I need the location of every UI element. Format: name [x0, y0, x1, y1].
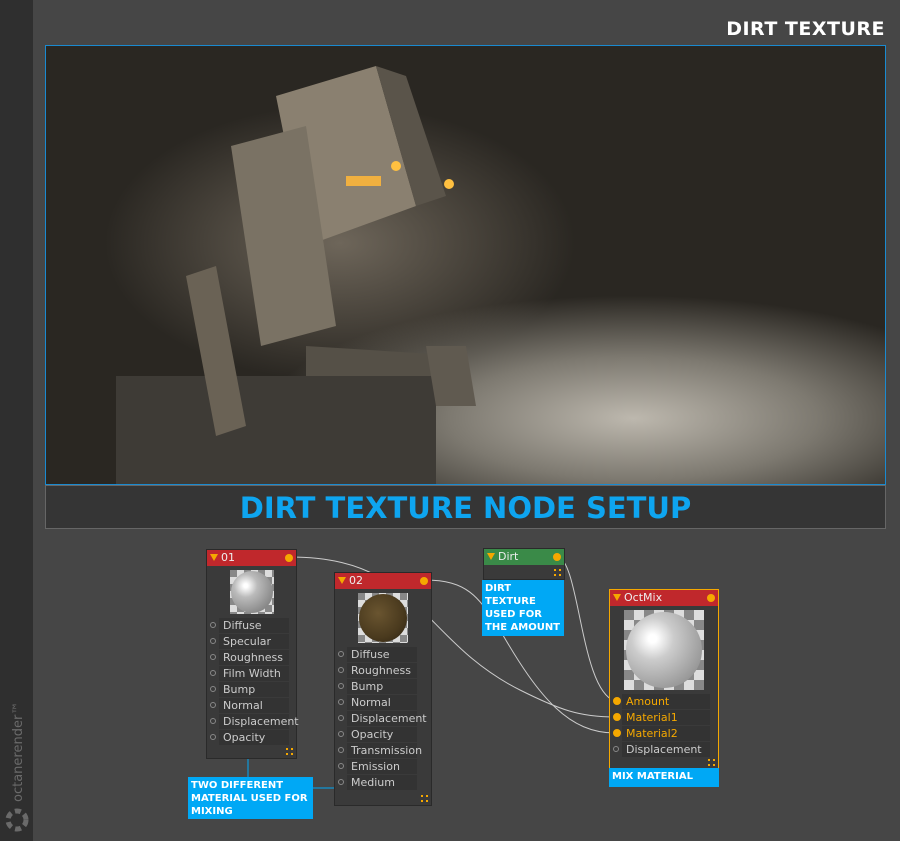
- collapse-icon[interactable]: [613, 594, 621, 601]
- pin-socket-icon[interactable]: [613, 713, 621, 721]
- pin-label: Specular: [219, 634, 289, 649]
- pin-label: Emission: [347, 759, 417, 774]
- node-wires: [247, 555, 616, 789]
- input-pin[interactable]: Displacement: [335, 711, 431, 727]
- pin-socket-icon[interactable]: [613, 697, 621, 705]
- input-pin[interactable]: Diffuse: [335, 647, 431, 663]
- output-pin[interactable]: [553, 553, 561, 561]
- input-pin[interactable]: Transmission: [335, 743, 431, 759]
- input-pin[interactable]: Emission: [335, 759, 431, 775]
- pin-socket-icon[interactable]: [338, 731, 344, 737]
- input-pin[interactable]: Roughness: [335, 663, 431, 679]
- pin-label: Opacity: [219, 730, 289, 745]
- input-pin[interactable]: Medium: [335, 775, 431, 791]
- pin-label: Diffuse: [219, 618, 289, 633]
- pin-label: Material1: [622, 710, 710, 725]
- pin-label: Amount: [622, 694, 710, 709]
- input-pin[interactable]: Roughness: [207, 650, 296, 666]
- material-preview: [229, 570, 274, 614]
- pin-label: Normal: [219, 698, 289, 713]
- node-name: 01: [221, 551, 235, 564]
- pin-socket-icon[interactable]: [338, 763, 344, 769]
- resize-icon[interactable]: [554, 569, 561, 576]
- note-materials: TWO DIFFERENT MATERIAL USED FOR MIXING: [188, 777, 313, 819]
- dirt-texture-node[interactable]: Dirt: [483, 548, 565, 580]
- input-pin[interactable]: Bump: [207, 682, 296, 698]
- pin-socket-icon[interactable]: [338, 779, 344, 785]
- pin-socket-icon[interactable]: [210, 686, 216, 692]
- resize-icon[interactable]: [708, 759, 715, 766]
- pin-socket-icon[interactable]: [613, 746, 619, 752]
- material-node-01[interactable]: 01 Diffuse Specular Roughness Film Width Bum…: [206, 549, 299, 759]
- input-pin[interactable]: Opacity: [207, 730, 296, 746]
- input-pin[interactable]: Displacement: [610, 742, 718, 758]
- wire-dirt-to-amount: [556, 555, 616, 702]
- input-pin[interactable]: Normal: [335, 695, 431, 711]
- input-pin[interactable]: Normal: [207, 698, 296, 714]
- input-pin[interactable]: Bump: [335, 679, 431, 695]
- input-pin[interactable]: Displacement: [207, 714, 299, 730]
- pin-socket-icon[interactable]: [210, 670, 216, 676]
- pin-label: Normal: [347, 695, 417, 710]
- pin-socket-icon[interactable]: [210, 654, 216, 660]
- note-mix: MIX MATERIAL: [609, 768, 719, 787]
- input-pin[interactable]: Amount: [610, 694, 718, 710]
- node-name: OctMix: [624, 591, 663, 604]
- pin-socket-icon[interactable]: [210, 734, 216, 740]
- pin-socket-icon[interactable]: [338, 683, 344, 689]
- pin-socket-icon[interactable]: [210, 702, 216, 708]
- collapse-icon[interactable]: [338, 577, 346, 584]
- output-pin[interactable]: [420, 577, 428, 585]
- node-name: 02: [349, 574, 363, 587]
- input-pin[interactable]: Specular: [207, 634, 296, 650]
- pin-socket-icon[interactable]: [338, 715, 344, 721]
- input-pin[interactable]: Film Width: [207, 666, 296, 682]
- pin-socket-icon[interactable]: [210, 718, 216, 724]
- pin-socket-icon[interactable]: [210, 638, 216, 644]
- resize-icon[interactable]: [286, 748, 293, 755]
- pin-label: Displacement: [219, 714, 299, 729]
- pin-label: Opacity: [347, 727, 417, 742]
- pin-label: Film Width: [219, 666, 289, 681]
- input-pin[interactable]: Material2: [610, 726, 718, 742]
- material-node-02[interactable]: 02 Diffuse Roughness Bump Normal Displacemen…: [334, 572, 432, 806]
- pin-socket-icon[interactable]: [338, 667, 344, 673]
- pin-socket-icon[interactable]: [338, 747, 344, 753]
- octmix-node[interactable]: OctMix Amount Material1 Material2 Displacem…: [609, 589, 719, 770]
- pin-label: Bump: [347, 679, 417, 694]
- pin-socket-icon[interactable]: [613, 729, 621, 737]
- material-preview: [358, 593, 408, 643]
- pin-label: Diffuse: [347, 647, 417, 662]
- input-pin[interactable]: Opacity: [335, 727, 431, 743]
- pin-socket-icon[interactable]: [338, 651, 344, 657]
- pin-label: Transmission: [347, 743, 422, 758]
- pin-label: Material2: [622, 726, 710, 741]
- collapse-icon[interactable]: [210, 554, 218, 561]
- output-pin[interactable]: [285, 554, 293, 562]
- input-pin[interactable]: Diffuse: [207, 618, 296, 634]
- pin-label: Displacement: [622, 742, 710, 757]
- pin-socket-icon[interactable]: [210, 622, 216, 628]
- pin-label: Displacement: [347, 711, 427, 726]
- collapse-icon[interactable]: [487, 553, 495, 560]
- pin-label: Roughness: [347, 663, 417, 678]
- output-pin[interactable]: [707, 594, 715, 602]
- pin-label: Medium: [347, 775, 417, 790]
- pin-label: Bump: [219, 682, 289, 697]
- resize-icon[interactable]: [421, 795, 428, 802]
- note-dirt: DIRT TEXTURE USED FOR THE AMOUNT: [482, 580, 564, 636]
- pin-label: Roughness: [219, 650, 289, 665]
- pin-socket-icon[interactable]: [338, 699, 344, 705]
- material-preview: [624, 610, 704, 690]
- input-pin[interactable]: Material1: [610, 710, 718, 726]
- node-name: Dirt: [498, 550, 519, 563]
